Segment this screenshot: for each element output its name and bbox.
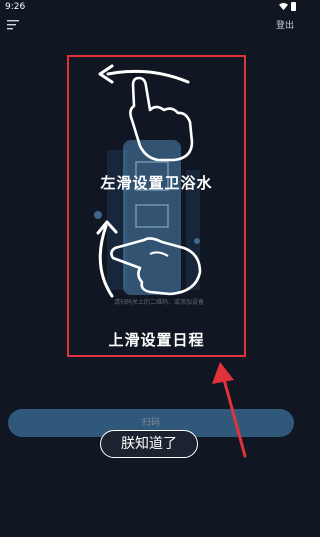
got-it-button[interactable]: 朕知道了 <box>100 430 198 458</box>
